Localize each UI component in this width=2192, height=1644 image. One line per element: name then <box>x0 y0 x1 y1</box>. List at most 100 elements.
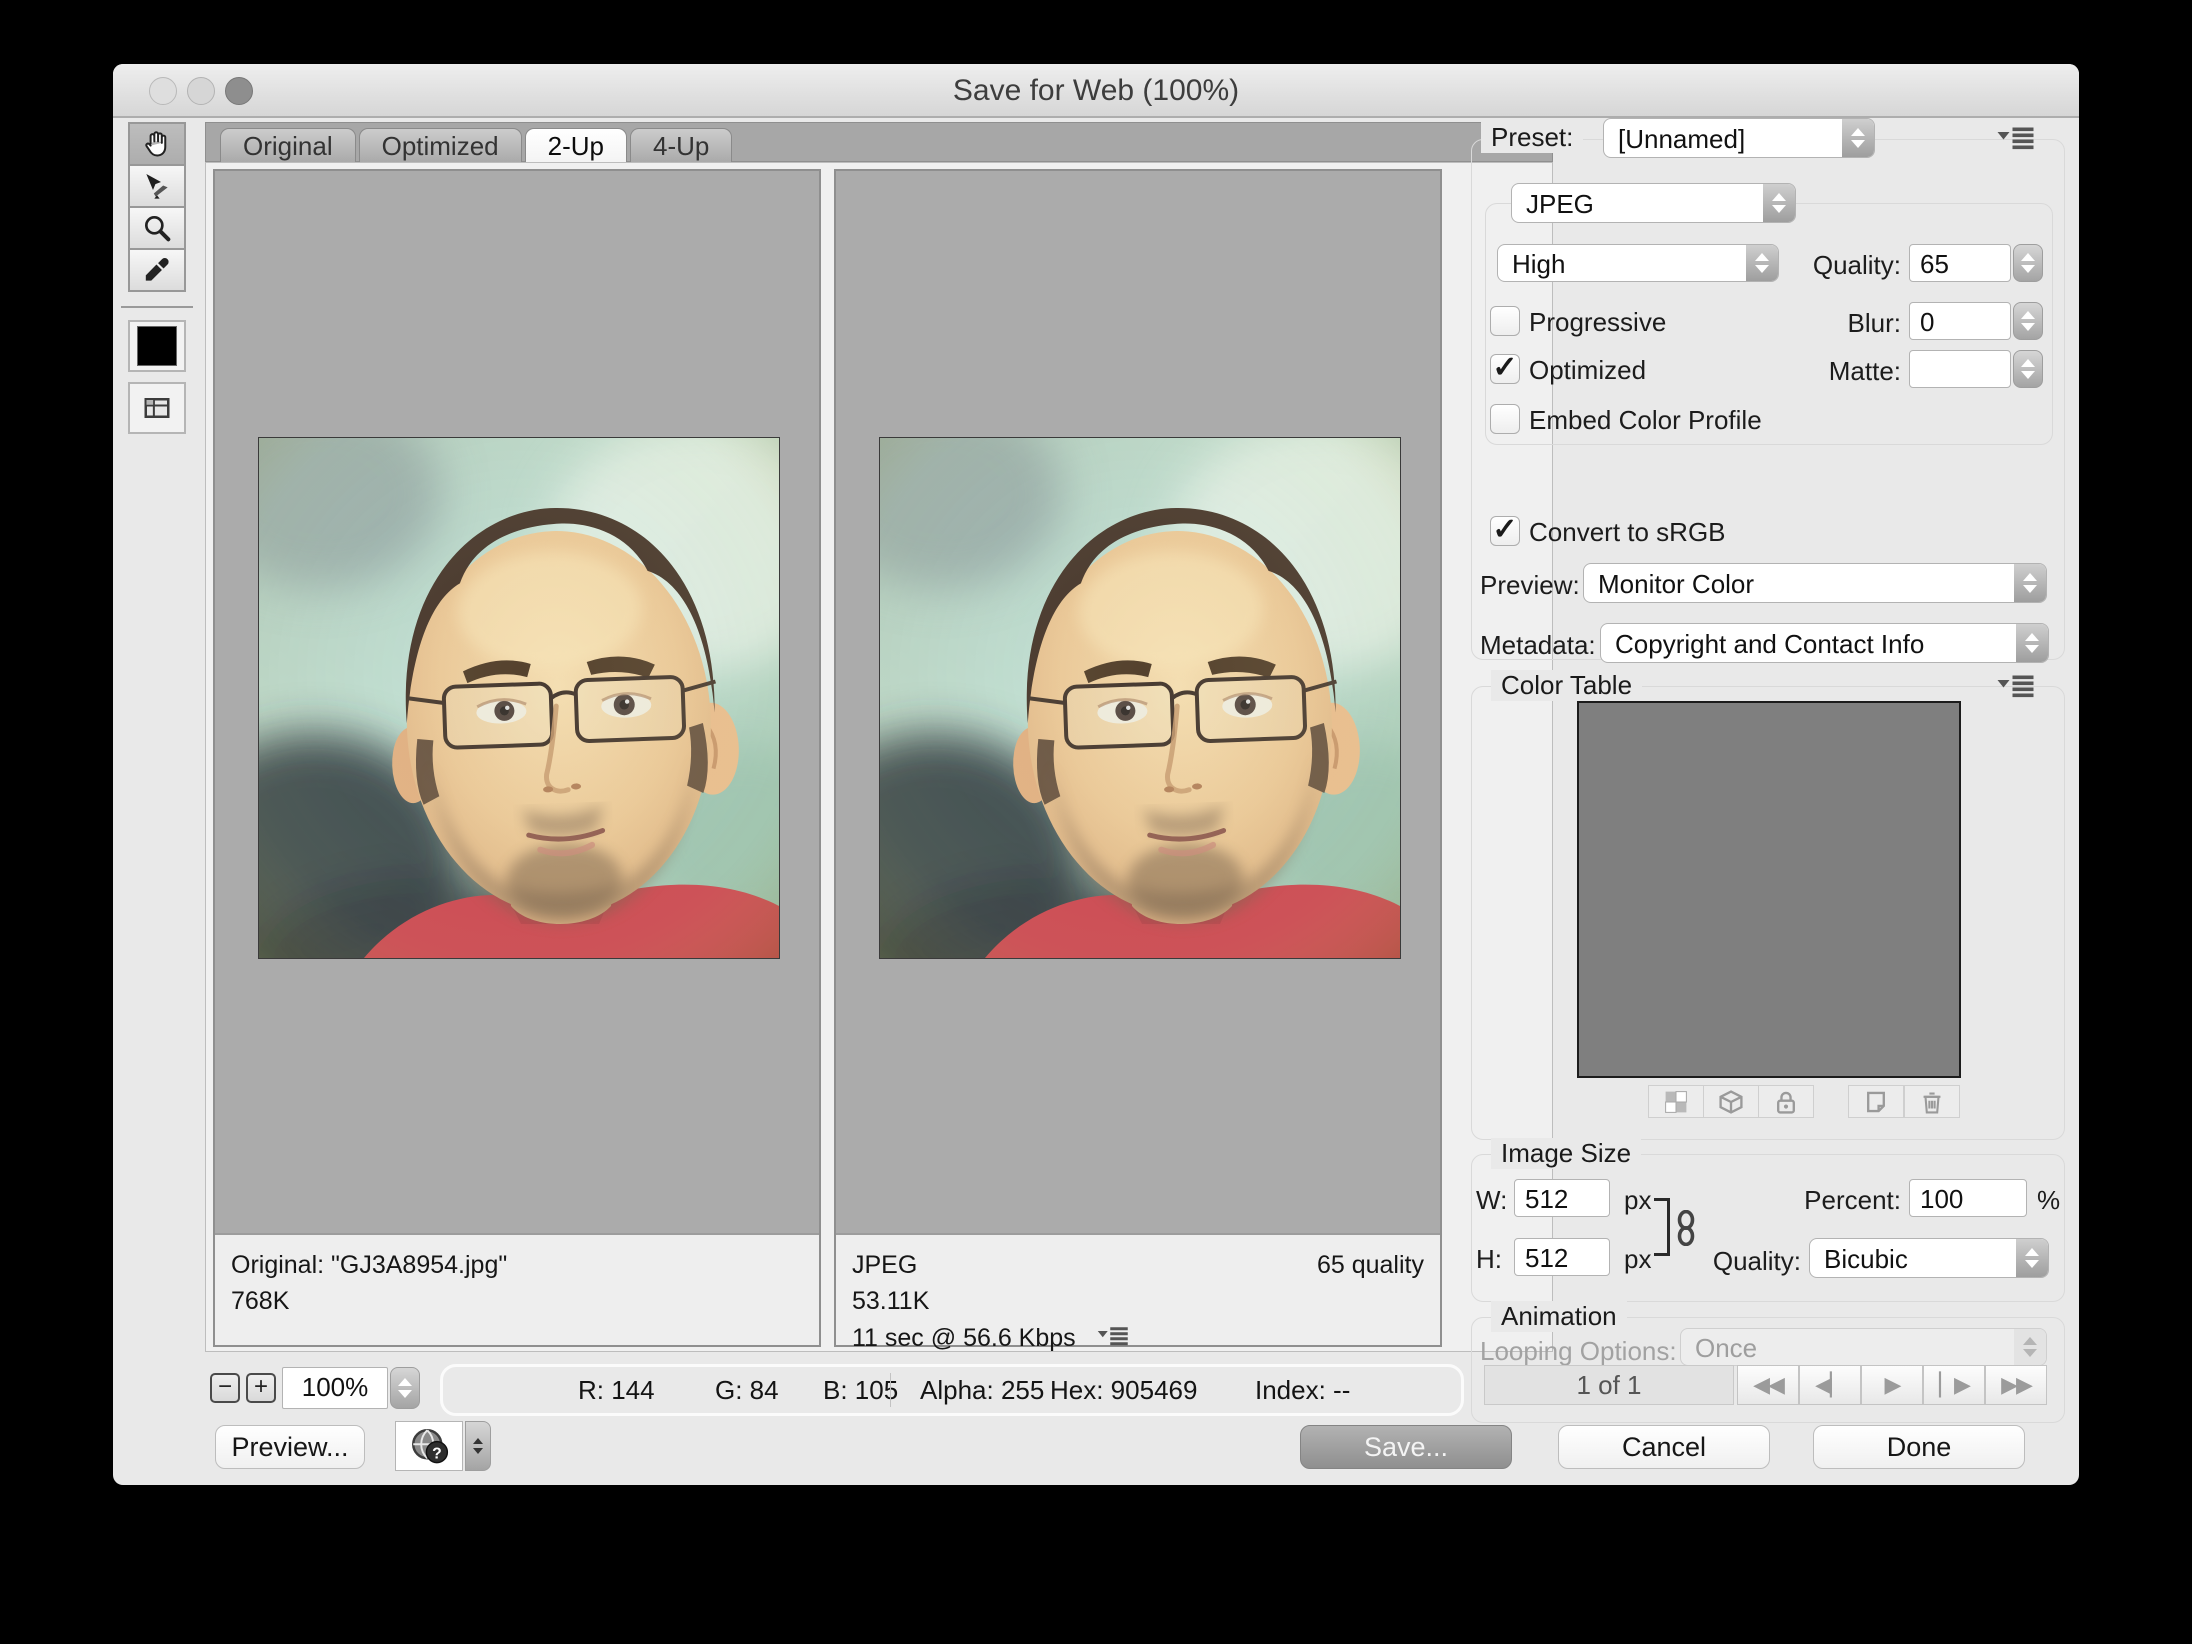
height-field[interactable]: 512 <box>1514 1238 1610 1276</box>
first-frame-button[interactable]: ◀◀ <box>1737 1365 1799 1405</box>
toggle-slices-visibility-button[interactable] <box>128 382 186 434</box>
width-field[interactable]: 512 <box>1514 1179 1610 1217</box>
globe-icon: ? <box>408 1425 450 1467</box>
preset-label: Preset: <box>1481 122 1583 153</box>
blur-stepper[interactable] <box>2013 302 2043 340</box>
width-label: W: <box>1476 1185 1507 1216</box>
preview-in-browser-button[interactable]: Preview... <box>215 1425 365 1469</box>
looping-options-dropdown[interactable]: Once <box>1680 1328 2047 1366</box>
format-dropdown[interactable]: JPEG <box>1511 183 1796 223</box>
optimized-image[interactable] <box>879 437 1401 959</box>
download-rate-menu-icon[interactable] <box>1097 1326 1131 1346</box>
height-label: H: <box>1476 1244 1502 1275</box>
looping-options-label: Looping Options: <box>1480 1336 1677 1367</box>
slice-select-tool-button[interactable] <box>128 164 186 208</box>
quality-field[interactable]: 65 <box>1909 244 2011 282</box>
image-size-group <box>1471 1154 2065 1302</box>
transparency-button[interactable] <box>1648 1085 1704 1118</box>
optimized-checkbox[interactable]: ✓ <box>1490 354 1520 384</box>
trash-icon <box>1919 1089 1945 1115</box>
quality-stepper[interactable] <box>2013 244 2043 282</box>
lock-color-button[interactable] <box>1758 1085 1814 1118</box>
zoom-tool-button[interactable] <box>128 206 186 250</box>
delete-color-button[interactable] <box>1904 1085 1960 1118</box>
save-for-web-dialog: Save for Web (100%) OriginalOptimized2-U… <box>113 64 2079 1485</box>
blur-label: Blur: <box>1773 308 1901 339</box>
color-table-swatches <box>1577 701 1961 1078</box>
readout-divider <box>890 1373 891 1407</box>
blur-field[interactable]: 0 <box>1909 302 2011 340</box>
eyedropper-color-swatch[interactable] <box>128 320 186 372</box>
link-chain-icon[interactable] <box>1675 1210 1697 1246</box>
metadata-row-label: Metadata: <box>1480 630 1596 661</box>
hand-icon <box>141 128 173 160</box>
optimized-info-bar: JPEG 65 quality 53.11K 11 sec @ 56.6 Kbp… <box>836 1233 1440 1345</box>
percent-label: Percent: <box>1753 1185 1901 1216</box>
eyedropper-tool-button[interactable] <box>128 248 186 292</box>
tab-original[interactable]: Original <box>220 128 356 163</box>
animation-title: Animation <box>1491 1301 1627 1332</box>
preset-menu-icon[interactable] <box>1997 126 2037 150</box>
width-unit: px <box>1624 1185 1651 1216</box>
color-table-menu-icon[interactable] <box>1997 674 2037 698</box>
new-swatch-icon <box>1863 1089 1889 1115</box>
metadata-dropdown[interactable]: Copyright and Contact Info <box>1600 623 2049 663</box>
color-table-title: Color Table <box>1491 670 1642 701</box>
original-pane[interactable]: Original: "GJ3A8954.jpg" 768K <box>213 169 821 1347</box>
slice-select-icon <box>141 170 173 202</box>
optimized-pane[interactable]: JPEG 65 quality 53.11K 11 sec @ 56.6 Kbp… <box>834 169 1442 1347</box>
last-frame-button[interactable]: ▶▶ <box>1985 1365 2047 1405</box>
title-bar: Save for Web (100%) <box>113 64 2079 118</box>
frame-indicator: 1 of 1 <box>1484 1365 1734 1405</box>
hand-tool-button[interactable] <box>128 122 186 166</box>
percent-field[interactable]: 100 <box>1909 1179 2027 1217</box>
image-size-title: Image Size <box>1491 1138 1641 1169</box>
browser-select-stepper[interactable] <box>465 1421 491 1471</box>
window-title: Save for Web (100%) <box>113 74 2079 108</box>
browser-select-button[interactable]: ? <box>395 1421 463 1471</box>
play-button[interactable]: ▶ <box>1861 1365 1923 1405</box>
preview-dropdown[interactable]: Monitor Color <box>1583 563 2047 603</box>
progressive-checkbox[interactable] <box>1490 306 1520 336</box>
tab-2up[interactable]: 2-Up <box>525 128 627 164</box>
next-frame-button[interactable]: ▏▶ <box>1923 1365 1985 1405</box>
convert-srgb-checkbox[interactable]: ✓ <box>1490 516 1520 546</box>
zoom-stepper[interactable] <box>390 1367 420 1409</box>
compression-dropdown[interactable]: High <box>1497 244 1779 282</box>
alpha-readout: Alpha: 255 <box>920 1375 1044 1406</box>
stepper-icon <box>1842 119 1874 157</box>
stepper-icon <box>2014 564 2046 602</box>
resample-quality-label: Quality: <box>1673 1246 1801 1277</box>
tab-optimized[interactable]: Optimized <box>359 128 522 163</box>
zoom-level-field[interactable]: 100% <box>282 1367 388 1409</box>
zoom-out-button[interactable]: − <box>210 1373 240 1403</box>
new-color-button[interactable] <box>1848 1085 1904 1118</box>
matte-stepper[interactable] <box>2013 350 2043 388</box>
cube-icon <box>1718 1089 1744 1115</box>
original-image[interactable] <box>258 437 780 959</box>
save-button[interactable]: Save... <box>1300 1425 1512 1469</box>
stepper-icon <box>1763 184 1795 222</box>
preview-tab-bar: OriginalOptimized2-Up4-Up <box>205 122 1553 162</box>
red-readout: R: 144 <box>578 1375 655 1406</box>
tab-4up[interactable]: 4-Up <box>630 128 732 163</box>
optimized-quality: 65 quality <box>1317 1247 1424 1283</box>
stepper-icon <box>2016 1239 2048 1277</box>
previous-frame-button[interactable]: ◀▏ <box>1799 1365 1861 1405</box>
magnifier-icon <box>141 212 173 244</box>
resample-quality-dropdown[interactable]: Bicubic <box>1809 1238 2049 1278</box>
blue-readout: B: 105 <box>823 1375 898 1406</box>
embed-color-profile-label: Embed Color Profile <box>1529 405 1762 436</box>
progressive-label: Progressive <box>1529 307 1666 338</box>
done-button[interactable]: Done <box>1813 1425 2025 1469</box>
embed-color-profile-checkbox[interactable] <box>1490 404 1520 434</box>
web-shift-button[interactable] <box>1703 1085 1759 1118</box>
percent-unit: % <box>2037 1185 2060 1216</box>
cancel-button[interactable]: Cancel <box>1558 1425 1770 1469</box>
index-readout: Index: -- <box>1255 1375 1350 1406</box>
slices-icon <box>140 393 174 423</box>
preset-dropdown[interactable]: [Unnamed] <box>1603 118 1875 158</box>
original-filesize: 768K <box>231 1283 803 1319</box>
matte-field[interactable] <box>1909 350 2011 388</box>
zoom-in-button[interactable]: + <box>246 1373 276 1403</box>
